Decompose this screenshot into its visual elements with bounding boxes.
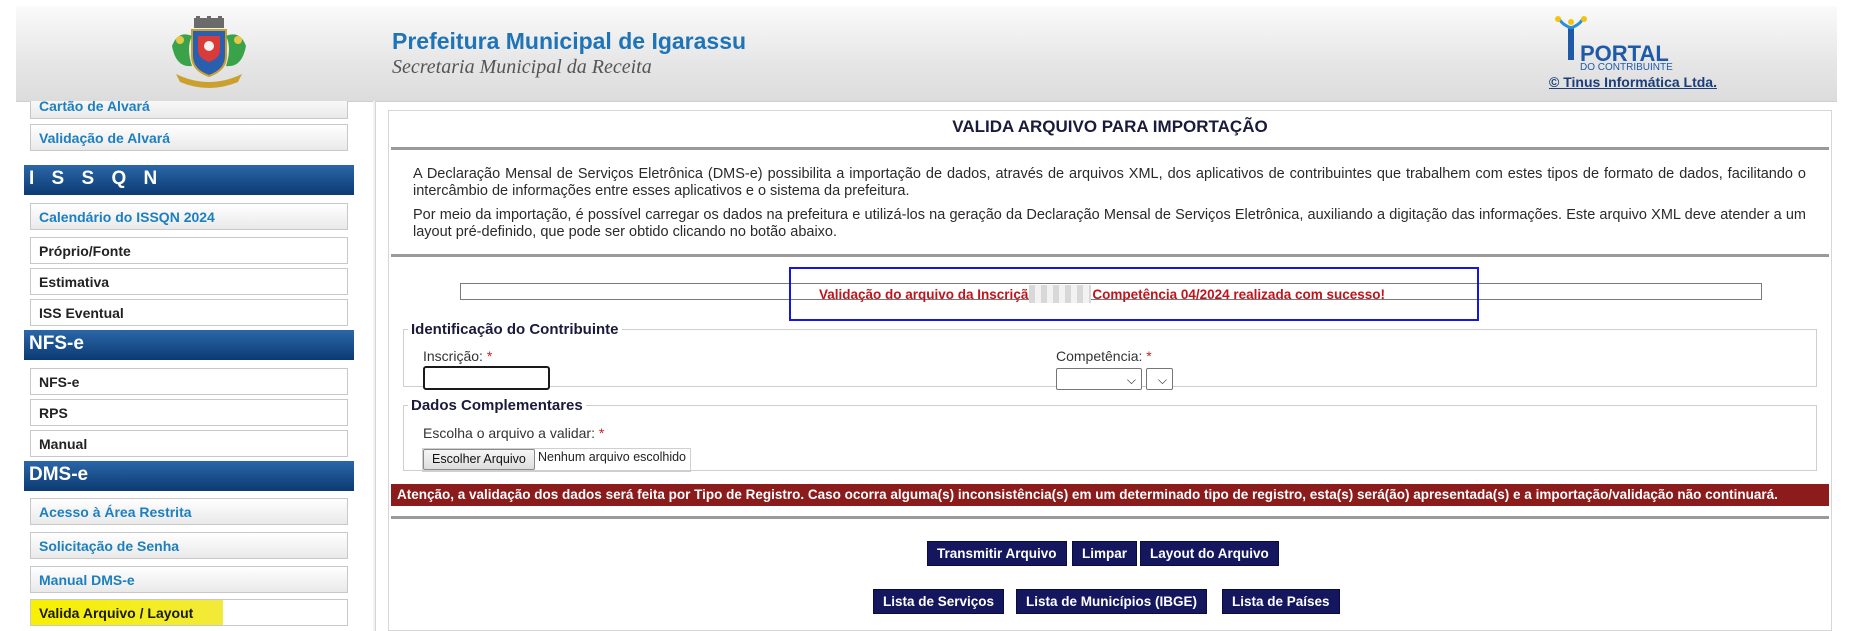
- sidebar-item-solicitacao-senha[interactable]: Solicitação de Senha: [30, 532, 348, 559]
- sidebar-item-nfse[interactable]: NFS-e: [30, 368, 348, 395]
- main-content: VALIDA ARQUIVO PARA IMPORTAÇÃO A Declara…: [388, 110, 1832, 631]
- inscricao-label: Inscrição: *: [423, 348, 492, 364]
- dados-complementares-fieldset: Dados Complementares Escolha o arquivo a…: [403, 397, 1817, 472]
- intro-paragraph-2: Por meio da importação, é possível carre…: [413, 207, 1806, 240]
- success-message-end: Competência 04/2024 realizada com sucess…: [1092, 287, 1385, 302]
- sidebar-heading-issqn: I S S Q N: [24, 165, 354, 195]
- sidebar-item-acesso-restrito[interactable]: Acesso à Área Restrita: [30, 498, 348, 525]
- sidebar-heading-dmse: DMS-e: [24, 461, 354, 491]
- file-status: Nenhum arquivo escolhido: [538, 450, 687, 464]
- identificacao-legend: Identificação do Contribuinte: [411, 321, 619, 338]
- required-mark: *: [598, 425, 605, 441]
- required-mark: *: [486, 348, 493, 364]
- chevron-down-icon: ⌵: [1157, 373, 1167, 387]
- intro-paragraph-1: A Declaração Mensal de Serviços Eletrôni…: [413, 166, 1806, 199]
- complementares-legend: Dados Complementares: [411, 397, 583, 414]
- sidebar-item-estimativa[interactable]: Estimativa: [30, 268, 348, 295]
- file-label: Escolha o arquivo a validar: *: [423, 425, 604, 441]
- sidebar-item-iss-eventual[interactable]: ISS Eventual: [30, 299, 348, 326]
- redacted-inscricao: [1029, 285, 1092, 303]
- vendor-link[interactable]: © Tinus Informática Ltda.: [1549, 74, 1717, 90]
- sidebar-item-cartao-alvara[interactable]: Cartão de Alvará: [30, 101, 348, 119]
- sidebar-menu: Cartão de Alvará Validação de Alvará I S…: [22, 101, 376, 631]
- sidebar-item-calendario-issqn[interactable]: Calendário do ISSQN 2024: [30, 203, 348, 230]
- layout-arquivo-button[interactable]: Layout do Arquivo: [1140, 541, 1279, 566]
- required-mark: *: [1146, 348, 1152, 364]
- sidebar-item-manual-dmse[interactable]: Manual DMS-e: [30, 566, 348, 593]
- inscricao-input[interactable]: [423, 366, 550, 390]
- municipal-crest-logo: [172, 16, 246, 88]
- sidebar-item-label: Valida Arquivo / Layout: [39, 605, 194, 621]
- lista-paises-button[interactable]: Lista de Países: [1222, 589, 1340, 614]
- sidebar-item-validacao-alvara[interactable]: Validação de Alvará: [30, 124, 348, 151]
- competencia-year-select[interactable]: ⌵: [1146, 368, 1173, 390]
- divider: [391, 516, 1829, 519]
- success-message: Validação do arquivo da Inscriçã Competên…: [819, 285, 1385, 303]
- choose-file-button[interactable]: Escolher Arquivo: [423, 449, 535, 470]
- transmitir-arquivo-button[interactable]: Transmitir Arquivo: [927, 541, 1067, 566]
- sidebar-item-manual[interactable]: Manual: [30, 430, 348, 457]
- secretaria-subtitle: Secretaria Municipal da Receita: [392, 56, 652, 78]
- competencia-label-text: Competência:: [1056, 348, 1143, 364]
- divider: [391, 254, 1829, 257]
- sidebar-item-proprio-fonte[interactable]: Próprio/Fonte: [30, 237, 348, 264]
- success-message-start: Validação do arquivo da Inscriçã: [819, 287, 1029, 302]
- sidebar-item-valida-arquivo[interactable]: Valida Arquivo / Layout: [30, 599, 348, 626]
- chevron-down-icon: ⌵: [1126, 373, 1136, 387]
- validation-warning: Atenção, a validação dos dados será feit…: [391, 484, 1829, 506]
- divider: [391, 147, 1829, 150]
- lista-servicos-button[interactable]: Lista de Serviços: [873, 589, 1005, 614]
- sidebar-item-rps[interactable]: RPS: [30, 399, 348, 426]
- limpar-button[interactable]: Limpar: [1072, 541, 1138, 566]
- sidebar-heading-nfse: NFS-e: [24, 330, 354, 360]
- identificacao-fieldset: Identificação do Contribuinte Inscrição:…: [403, 321, 1817, 390]
- inscricao-label-text: Inscrição:: [423, 348, 483, 364]
- page-title: VALIDA ARQUIVO PARA IMPORTAÇÃO: [952, 117, 1268, 136]
- page-header: Prefeitura Municipal de Igarassu Secreta…: [16, 6, 1837, 102]
- portal-logo-subtitle: DO CONTRIBUINTE: [1580, 62, 1673, 73]
- sidebar-scrollbar[interactable]: [373, 101, 375, 631]
- lista-municipios-button[interactable]: Lista de Municípios (IBGE): [1016, 589, 1208, 614]
- file-label-text: Escolha o arquivo a validar:: [423, 425, 595, 441]
- competencia-label: Competência: *: [1056, 348, 1152, 364]
- prefeitura-title: Prefeitura Municipal de Igarassu: [392, 28, 747, 54]
- competencia-month-select[interactable]: ⌵: [1056, 368, 1142, 390]
